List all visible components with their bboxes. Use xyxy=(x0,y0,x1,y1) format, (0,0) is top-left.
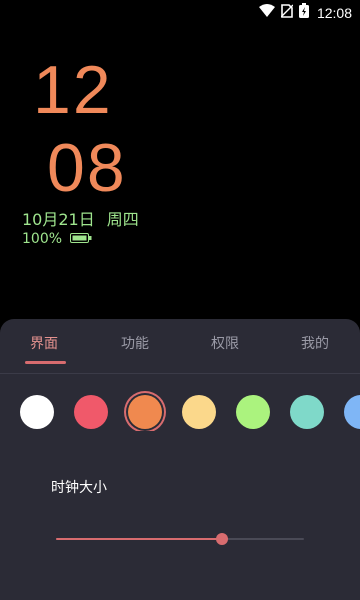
color-swatch-teal[interactable] xyxy=(290,395,324,429)
status-bar: 12:08 xyxy=(0,0,360,24)
color-swatch-orange[interactable] xyxy=(128,395,162,429)
battery-row: 100% xyxy=(22,231,92,247)
date-row: 10月21日 周四 xyxy=(22,206,139,230)
tab-indicator xyxy=(25,361,66,364)
tab-functions[interactable]: 功能 xyxy=(121,333,149,353)
battery-percent: 100% xyxy=(22,231,63,247)
clock-minute: 08 xyxy=(47,130,127,206)
wifi-icon xyxy=(258,3,275,22)
status-time: 12:08 xyxy=(316,4,352,21)
clock-size-slider[interactable] xyxy=(56,532,304,546)
tab-bar: 界面 功能 权限 我的 xyxy=(0,319,360,374)
weekday-text: 周四 xyxy=(106,210,139,229)
color-swatch-blue[interactable] xyxy=(344,395,360,429)
clock-hour: 12 xyxy=(33,52,113,128)
settings-sheet: 界面 功能 权限 我的 时钟大小 xyxy=(0,319,360,600)
no-sim-icon xyxy=(280,3,294,22)
status-icons: 12:08 xyxy=(258,3,352,22)
color-swatch-red[interactable] xyxy=(74,395,108,429)
battery-charging-icon xyxy=(298,3,309,22)
color-swatch-green[interactable] xyxy=(236,395,270,429)
tab-mine[interactable]: 我的 xyxy=(301,333,329,353)
tab-interface[interactable]: 界面 xyxy=(30,333,58,353)
color-swatch-yellow[interactable] xyxy=(182,395,216,429)
tab-permissions[interactable]: 权限 xyxy=(211,333,239,353)
color-swatches xyxy=(0,391,360,431)
battery-icon xyxy=(70,231,92,247)
slider-fill xyxy=(56,538,223,540)
date-text: 10月21日 xyxy=(22,210,95,229)
clock-size-label: 时钟大小 xyxy=(51,480,107,496)
color-swatch-white[interactable] xyxy=(20,395,54,429)
slider-thumb[interactable] xyxy=(216,533,229,545)
